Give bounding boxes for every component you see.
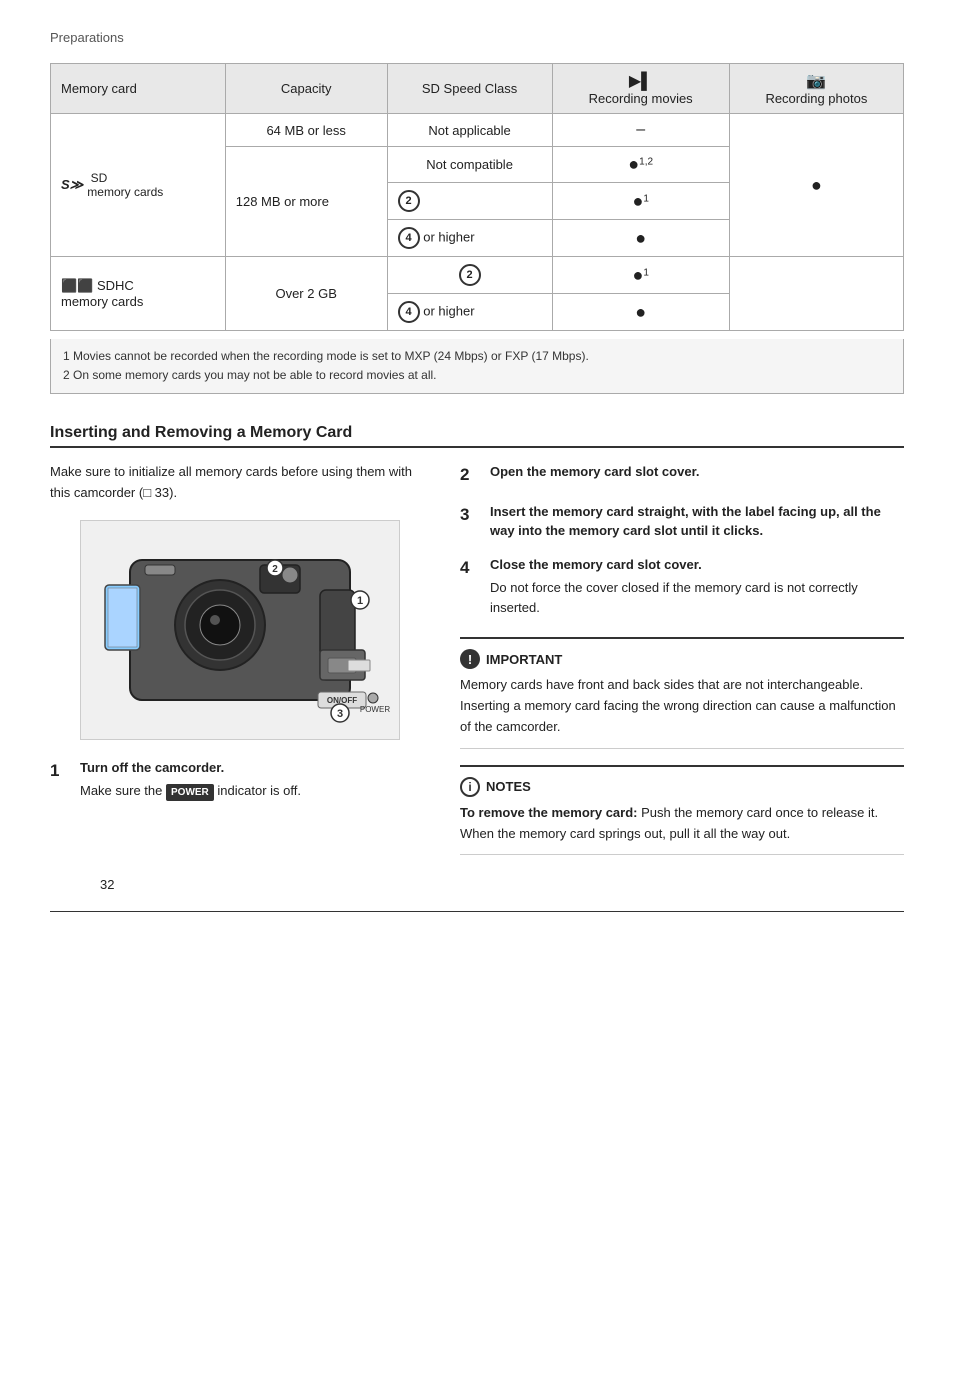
step-1-body: Make sure the POWER indicator is off. <box>80 781 301 801</box>
speed-sdhc-class4: 4 or higher <box>387 294 552 331</box>
left-column: Make sure to initialize all memory cards… <box>50 462 430 871</box>
power-badge: POWER <box>166 784 214 801</box>
notes-box: i NOTES To remove the memory card: Push … <box>460 765 904 856</box>
movies-dash: – <box>552 114 729 147</box>
important-box: ! IMPORTANT Memory cards have front and … <box>460 637 904 748</box>
col-header-capacity: Capacity <box>225 64 387 114</box>
step-2: 2 Open the memory card slot cover. <box>460 462 904 488</box>
camera-svg: 1 ON/OFF 2 3 POWER <box>90 530 390 730</box>
svg-text:1: 1 <box>357 595 363 607</box>
speed-sdhc-class2: 2 <box>387 257 552 294</box>
camera-icon: 📷 <box>806 73 826 90</box>
col-header-sd-speed: SD Speed Class <box>387 64 552 114</box>
step-2-heading: Open the memory card slot cover. <box>490 464 700 479</box>
step-1-text: Turn off the camcorder. Make sure the PO… <box>80 758 301 801</box>
step-2-text: Open the memory card slot cover. <box>490 462 700 482</box>
step-3-text: Insert the memory card straight, with th… <box>490 502 904 541</box>
important-text: Memory cards have front and back sides t… <box>460 675 904 737</box>
important-title: ! IMPORTANT <box>460 649 904 669</box>
two-column-layout: Make sure to initialize all memory cards… <box>50 462 904 871</box>
movies-sdhc-class2: ●1 <box>552 257 729 294</box>
movies-class4: ● <box>552 220 729 257</box>
table-row: S≫ SDmemory cards 64 MB or less Not appl… <box>51 114 904 147</box>
step-4-text: Close the memory card slot cover. Do not… <box>490 555 904 618</box>
speed-class4: 4 or higher <box>387 220 552 257</box>
important-icon: ! <box>460 649 480 669</box>
speed-not-applicable: Not applicable <box>387 114 552 147</box>
step-3: 3 Insert the memory card straight, with … <box>460 502 904 541</box>
step-3-heading: Insert the memory card straight, with th… <box>490 504 881 539</box>
breadcrumb: Preparations <box>50 30 904 45</box>
step-1-number: 1 <box>50 758 80 784</box>
notes-title: i NOTES <box>460 777 904 797</box>
page-number: 32 <box>100 877 114 892</box>
step-2-number: 2 <box>460 462 490 488</box>
step-4-number: 4 <box>460 555 490 581</box>
camera-illustration: 1 ON/OFF 2 3 POWER <box>80 520 400 740</box>
col-header-recording-movies: ▶▌ Recording movies <box>552 64 729 114</box>
movies-class2: ●1 <box>552 183 729 220</box>
important-label: IMPORTANT <box>486 652 562 667</box>
col-header-recording-photos: 📷 Recording photos <box>729 64 903 114</box>
table-footnotes: 1 Movies cannot be recorded when the rec… <box>50 339 904 394</box>
speed-class2: 2 <box>387 183 552 220</box>
sd-logo: S≫ SDmemory cards <box>61 171 163 199</box>
movie-icon: ▶▌ <box>629 73 653 90</box>
right-column: 2 Open the memory card slot cover. 3 Ins… <box>460 462 904 871</box>
notes-icon: i <box>460 777 480 797</box>
step-3-number: 3 <box>460 502 490 528</box>
step-1: 1 Turn off the camcorder. Make sure the … <box>50 758 430 801</box>
step-4: 4 Close the memory card slot cover. Do n… <box>460 555 904 618</box>
notes-label: NOTES <box>486 779 531 794</box>
step-1-heading: Turn off the camcorder. <box>80 760 224 775</box>
table-section: Memory card Capacity SD Speed Class ▶▌ R… <box>50 63 904 394</box>
capacity-64mb: 64 MB or less <box>225 114 387 147</box>
movies-not-compatible: ●1,2 <box>552 147 729 183</box>
svg-text:POWER: POWER <box>360 705 390 714</box>
photos-sdhc <box>729 257 903 331</box>
svg-text:2: 2 <box>272 564 278 575</box>
capacity-128mb: 128 MB or more <box>225 147 387 257</box>
notes-bold: To remove the memory card: <box>460 805 637 820</box>
section-title: Inserting and Removing a Memory Card <box>50 424 904 448</box>
page-line <box>50 911 904 912</box>
photos-sd-all: ● <box>729 114 903 257</box>
step-4-heading: Close the memory card slot cover. <box>490 557 702 572</box>
movies-sdhc-class4: ● <box>552 294 729 331</box>
speed-not-compatible: Not compatible <box>387 147 552 183</box>
svg-text:3: 3 <box>337 708 343 720</box>
footnote-2: 2 On some memory cards you may not be ab… <box>63 366 891 385</box>
card-type-sdhc: ⬛⬛ SDHCmemory cards <box>51 257 226 331</box>
intro-text: Make sure to initialize all memory cards… <box>50 462 430 504</box>
capacity-over2gb: Over 2 GB <box>225 257 387 331</box>
table-row: ⬛⬛ SDHCmemory cards Over 2 GB 2 ●1 <box>51 257 904 294</box>
step-4-body: Do not force the cover closed if the mem… <box>490 578 904 617</box>
notes-text: To remove the memory card: Push the memo… <box>460 803 904 845</box>
compatibility-table: Memory card Capacity SD Speed Class ▶▌ R… <box>50 63 904 331</box>
col-header-memory-card: Memory card <box>51 64 226 114</box>
footnote-1: 1 Movies cannot be recorded when the rec… <box>63 347 891 366</box>
card-type-sd: S≫ SDmemory cards <box>51 114 226 257</box>
